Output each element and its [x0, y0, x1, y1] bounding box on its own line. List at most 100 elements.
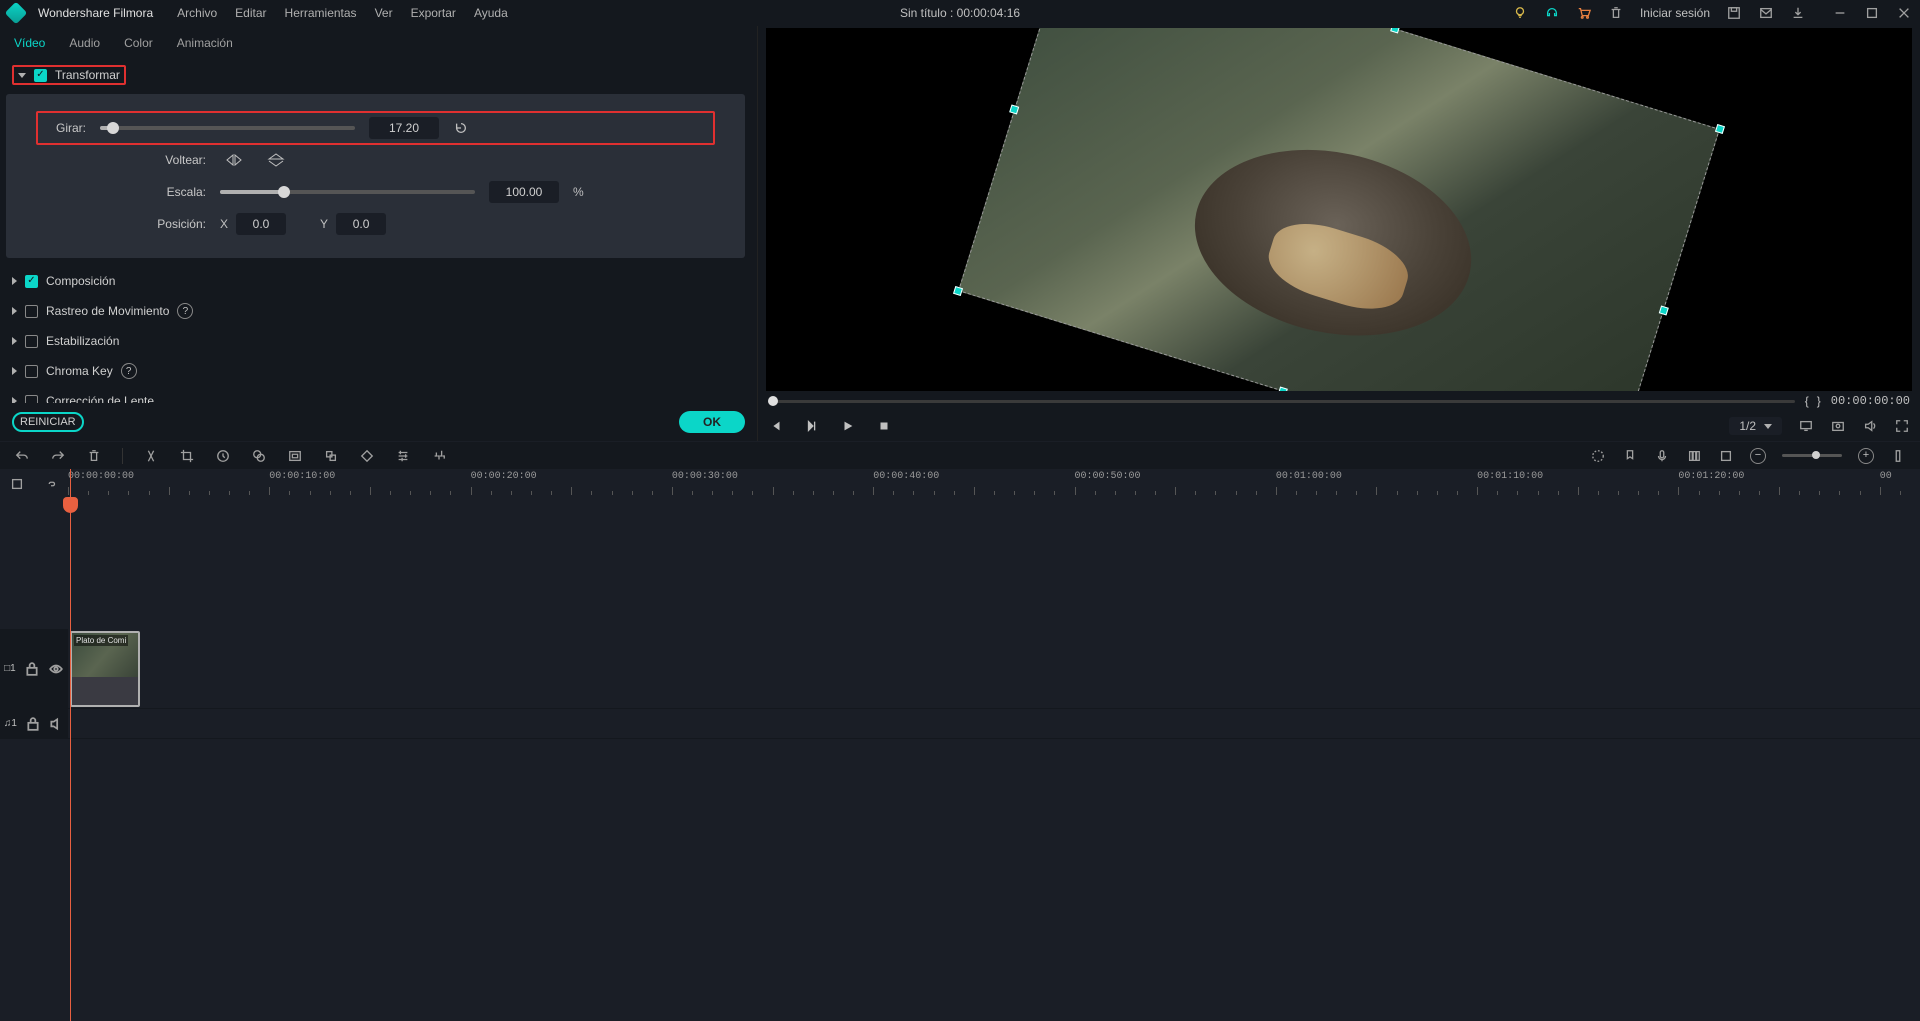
audio-sync-button[interactable]	[431, 448, 447, 464]
girar-input[interactable]	[369, 117, 439, 139]
video-track[interactable]: □1 Plato de Comi	[0, 629, 1920, 709]
undo-button[interactable]	[14, 448, 30, 464]
eye-icon[interactable]	[48, 661, 64, 677]
redo-button[interactable]	[50, 448, 66, 464]
tab-animacion[interactable]: Animación	[177, 36, 233, 50]
section-lente[interactable]: Corrección de Lente	[6, 386, 745, 403]
preview-zoom-select[interactable]: 1/2	[1729, 417, 1782, 435]
color-button[interactable]	[251, 448, 267, 464]
flip-horizontal-button[interactable]	[220, 150, 248, 170]
timeline-zoom-slider[interactable]	[1782, 454, 1842, 457]
signin-button[interactable]: Iniciar sesión	[1640, 6, 1710, 20]
mark-out-icon[interactable]: }	[1817, 394, 1821, 408]
preview-canvas[interactable]	[766, 28, 1912, 391]
resize-handle[interactable]	[953, 285, 963, 295]
girar-reset-icon[interactable]	[453, 120, 469, 136]
reiniciar-button[interactable]: REINICIAR	[12, 412, 84, 432]
video-track-body[interactable]: Plato de Comi	[68, 629, 1920, 708]
tips-icon[interactable]	[1512, 5, 1528, 21]
escala-input[interactable]	[489, 181, 559, 203]
rastreo-checkbox[interactable]	[25, 305, 38, 318]
ok-button[interactable]: OK	[679, 411, 745, 433]
mute-icon[interactable]	[48, 716, 64, 732]
crop-button[interactable]	[179, 448, 195, 464]
resize-handle[interactable]	[1009, 104, 1019, 114]
flip-vertical-button[interactable]	[262, 150, 290, 170]
section-rastreo[interactable]: Rastreo de Movimiento ?	[6, 296, 745, 326]
mail-icon[interactable]	[1758, 5, 1774, 21]
menu-ayuda[interactable]: Ayuda	[474, 6, 508, 20]
estabilizacion-checkbox[interactable]	[25, 335, 38, 348]
scrub-track[interactable]	[768, 400, 1795, 403]
posicion-y-input[interactable]	[336, 213, 386, 235]
volume-icon[interactable]	[1862, 418, 1878, 434]
chroma-checkbox[interactable]	[25, 365, 38, 378]
speed-button[interactable]	[215, 448, 231, 464]
help-icon[interactable]: ?	[121, 363, 137, 379]
escala-slider[interactable]	[220, 190, 475, 194]
girar-slider[interactable]	[100, 126, 355, 130]
help-icon[interactable]: ?	[177, 303, 193, 319]
menu-editar[interactable]: Editar	[235, 6, 266, 20]
mark-in-icon[interactable]: {	[1805, 394, 1809, 408]
section-chroma[interactable]: Chroma Key ?	[6, 356, 745, 386]
video-frame[interactable]	[958, 28, 1720, 391]
posicion-x-input[interactable]	[236, 213, 286, 235]
transformar-checkbox[interactable]	[34, 69, 47, 82]
video-clip[interactable]: Plato de Comi	[70, 631, 140, 707]
lock-icon[interactable]	[25, 716, 41, 732]
playhead[interactable]	[70, 469, 71, 1021]
menu-ver[interactable]: Ver	[375, 6, 393, 20]
play-pause-button[interactable]	[804, 418, 820, 434]
cart-icon[interactable]	[1576, 5, 1592, 21]
resize-handle[interactable]	[1715, 124, 1725, 134]
composicion-checkbox[interactable]	[25, 275, 38, 288]
close-button[interactable]	[1896, 5, 1912, 21]
delete-button[interactable]	[86, 448, 102, 464]
resize-handle[interactable]	[1278, 386, 1288, 391]
lock-icon[interactable]	[24, 661, 40, 677]
mixer2-icon[interactable]	[1686, 448, 1702, 464]
support-icon[interactable]	[1544, 5, 1560, 21]
split-button[interactable]	[143, 448, 159, 464]
lente-checkbox[interactable]	[25, 395, 38, 404]
display-icon[interactable]	[1798, 418, 1814, 434]
resize-handle[interactable]	[1390, 28, 1400, 33]
detach-button[interactable]	[323, 448, 339, 464]
prev-frame-button[interactable]	[768, 418, 784, 434]
zoom-out-button[interactable]: −	[1750, 448, 1766, 464]
keyframe-button[interactable]	[359, 448, 375, 464]
section-estabilizacion[interactable]: Estabilización	[6, 326, 745, 356]
properties-scroll[interactable]: Transformar Girar: Volte	[0, 60, 757, 403]
audio-track[interactable]: ♫1	[0, 709, 1920, 739]
stop-button[interactable]	[876, 418, 892, 434]
download-icon[interactable]	[1790, 5, 1806, 21]
render-icon[interactable]	[1718, 448, 1734, 464]
green-screen-button[interactable]	[287, 448, 303, 464]
mixer-icon[interactable]	[1590, 448, 1606, 464]
marker-icon[interactable]	[1622, 448, 1638, 464]
menu-archivo[interactable]: Archivo	[177, 6, 217, 20]
adjust-button[interactable]	[395, 448, 411, 464]
resize-handle[interactable]	[1659, 305, 1669, 315]
zoom-in-button[interactable]: +	[1858, 448, 1874, 464]
record-icon[interactable]	[1654, 448, 1670, 464]
menu-exportar[interactable]: Exportar	[411, 6, 456, 20]
play-button[interactable]	[840, 418, 856, 434]
section-transformar[interactable]: Transformar	[6, 60, 745, 90]
tab-audio[interactable]: Audio	[69, 36, 100, 50]
trash-icon[interactable]	[1608, 5, 1624, 21]
timeline-ruler[interactable]: 00:00:00:0000:00:10:0000:00:20:0000:00:3…	[68, 469, 1920, 499]
zoom-fit-button[interactable]	[1890, 448, 1906, 464]
tab-video[interactable]: Vídeo	[14, 36, 45, 50]
tab-color[interactable]: Color	[124, 36, 153, 50]
save-icon[interactable]	[1726, 5, 1742, 21]
section-composicion[interactable]: Composición	[6, 266, 745, 296]
snap-icon[interactable]	[9, 476, 25, 492]
fullscreen-icon[interactable]	[1894, 418, 1910, 434]
menu-herramientas[interactable]: Herramientas	[285, 6, 357, 20]
maximize-button[interactable]	[1864, 5, 1880, 21]
link-icon[interactable]	[43, 476, 59, 492]
minimize-button[interactable]	[1832, 5, 1848, 21]
snapshot-icon[interactable]	[1830, 418, 1846, 434]
